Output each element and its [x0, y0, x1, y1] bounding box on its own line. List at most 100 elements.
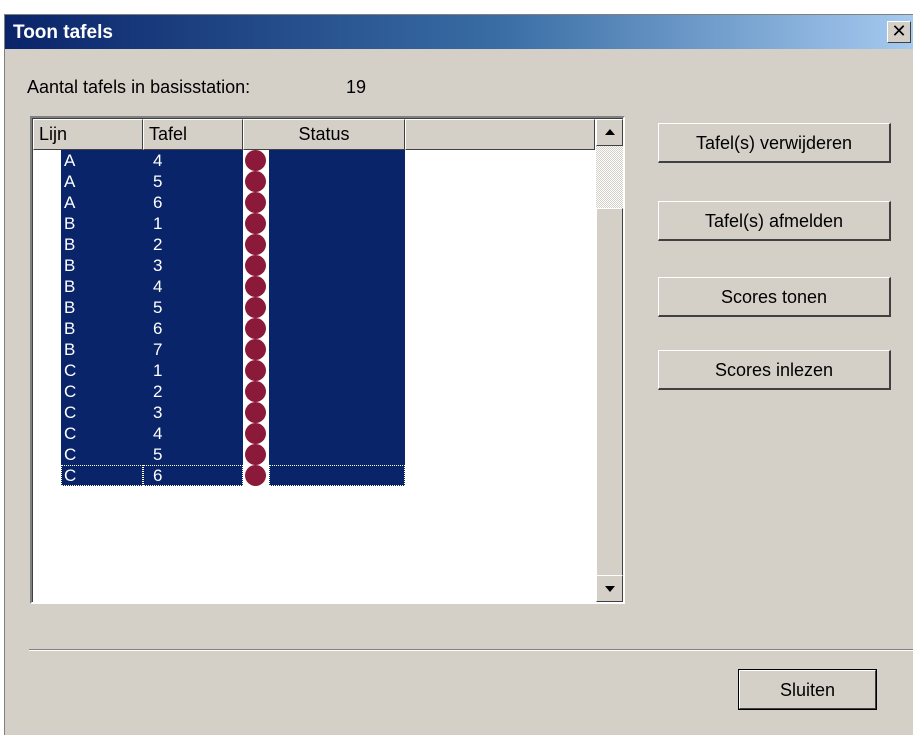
- status-dot-icon: [245, 234, 266, 255]
- close-button-label: Sluiten: [779, 680, 836, 700]
- arrow-down-icon: [605, 586, 615, 592]
- status-icon-cell: [243, 171, 269, 192]
- read-scores-button[interactable]: Scores inlezen: [658, 350, 891, 390]
- cell-status: [269, 402, 405, 423]
- cell-tafel: 1: [143, 360, 243, 381]
- status-icon-cell: [243, 192, 269, 213]
- show-scores-button[interactable]: Scores tonen: [658, 277, 891, 317]
- logoff-tables-button[interactable]: Tafel(s) afmelden: [658, 201, 891, 241]
- listview-body: A4A5A6B1B2B3B4B5B6B7C1C2C3C4C5C6: [33, 150, 595, 486]
- separator-line: [29, 649, 913, 651]
- status-icon-cell: [243, 339, 269, 360]
- vertical-scrollbar[interactable]: [596, 119, 623, 602]
- cell-tafel: 5: [143, 444, 243, 465]
- arrow-up-icon: [605, 129, 615, 135]
- scroll-track[interactable]: [596, 146, 623, 579]
- status-dot-icon: [245, 339, 266, 360]
- table-row[interactable]: C1: [33, 360, 595, 381]
- table-row[interactable]: A6: [33, 192, 595, 213]
- status-icon-cell: [243, 150, 269, 171]
- status-icon-cell: [243, 381, 269, 402]
- cell-lijn: B: [61, 297, 143, 318]
- close-icon[interactable]: ✕: [887, 21, 911, 43]
- cell-tafel: 6: [143, 192, 243, 213]
- status-icon-cell: [243, 276, 269, 297]
- status-icon-cell: [243, 444, 269, 465]
- table-row[interactable]: B7: [33, 339, 595, 360]
- logoff-tables-label: Tafel(s) afmelden: [704, 211, 844, 231]
- table-row[interactable]: B1: [33, 213, 595, 234]
- cell-lijn: A: [61, 171, 143, 192]
- cell-status: [269, 297, 405, 318]
- cell-status: [269, 234, 405, 255]
- cell-status: [269, 465, 405, 486]
- status-dot-icon: [245, 297, 266, 318]
- table-row[interactable]: B4: [33, 276, 595, 297]
- cell-lijn: C: [61, 360, 143, 381]
- cell-lijn: B: [61, 339, 143, 360]
- cell-status: [269, 150, 405, 171]
- cell-status: [269, 318, 405, 339]
- listview-inner: Lijn Tafel Status A4A5A6B1B2B3B4B5B6B7C1…: [32, 118, 623, 602]
- status-dot-icon: [245, 402, 266, 423]
- status-dot-icon: [245, 150, 266, 171]
- cell-tafel: 2: [143, 234, 243, 255]
- cell-tafel: 7: [143, 339, 243, 360]
- cell-tafel: 2: [143, 381, 243, 402]
- scroll-thumb[interactable]: [596, 208, 623, 579]
- cell-status: [269, 444, 405, 465]
- column-header-lijn[interactable]: Lijn: [33, 119, 143, 150]
- table-row[interactable]: B2: [33, 234, 595, 255]
- status-icon-cell: [243, 234, 269, 255]
- column-header-status[interactable]: Status: [243, 119, 405, 150]
- status-icon-cell: [243, 255, 269, 276]
- status-dot-icon: [245, 171, 266, 192]
- window-title: Toon tafels: [13, 22, 113, 43]
- column-header-tafel[interactable]: Tafel: [143, 119, 243, 150]
- status-dot-icon: [245, 423, 266, 444]
- cell-lijn: B: [61, 318, 143, 339]
- cell-tafel: 5: [143, 297, 243, 318]
- dialog-window: Toon tafels ✕ Aantal tafels in basisstat…: [4, 14, 913, 735]
- table-row[interactable]: B5: [33, 297, 595, 318]
- status-dot-icon: [245, 255, 266, 276]
- cell-lijn: B: [61, 276, 143, 297]
- table-row[interactable]: B6: [33, 318, 595, 339]
- cell-lijn: A: [61, 192, 143, 213]
- status-dot-icon: [245, 381, 266, 402]
- column-header-empty[interactable]: [405, 119, 595, 150]
- cell-status: [269, 360, 405, 381]
- title-bar: Toon tafels ✕: [5, 15, 913, 49]
- status-dot-icon: [245, 318, 266, 339]
- close-button[interactable]: Sluiten: [738, 669, 877, 710]
- cell-lijn: C: [61, 423, 143, 444]
- status-dot-icon: [245, 360, 266, 381]
- table-row[interactable]: B3: [33, 255, 595, 276]
- scroll-down-button[interactable]: [596, 575, 623, 602]
- table-row[interactable]: C6: [33, 465, 595, 486]
- status-dot-icon: [245, 444, 266, 465]
- cell-tafel: 3: [143, 255, 243, 276]
- listview-header: Lijn Tafel Status: [33, 119, 595, 150]
- read-scores-label: Scores inlezen: [714, 360, 834, 380]
- table-row[interactable]: C4: [33, 423, 595, 444]
- cell-lijn: B: [61, 213, 143, 234]
- table-row[interactable]: A5: [33, 171, 595, 192]
- cell-lijn: B: [61, 255, 143, 276]
- cell-tafel: 4: [143, 276, 243, 297]
- remove-tables-button[interactable]: Tafel(s) verwijderen: [658, 123, 891, 163]
- tables-listview[interactable]: Lijn Tafel Status A4A5A6B1B2B3B4B5B6B7C1…: [30, 116, 625, 604]
- status-dot-icon: [245, 465, 266, 486]
- remove-tables-label: Tafel(s) verwijderen: [695, 133, 853, 153]
- cell-status: [269, 192, 405, 213]
- cell-lijn: C: [61, 444, 143, 465]
- status-icon-cell: [243, 465, 269, 486]
- cell-tafel: 1: [143, 213, 243, 234]
- status-dot-icon: [245, 213, 266, 234]
- cell-tafel: 5: [143, 171, 243, 192]
- table-row[interactable]: C3: [33, 402, 595, 423]
- scroll-up-button[interactable]: [596, 119, 623, 146]
- table-row[interactable]: A4: [33, 150, 595, 171]
- table-row[interactable]: C2: [33, 381, 595, 402]
- table-row[interactable]: C5: [33, 444, 595, 465]
